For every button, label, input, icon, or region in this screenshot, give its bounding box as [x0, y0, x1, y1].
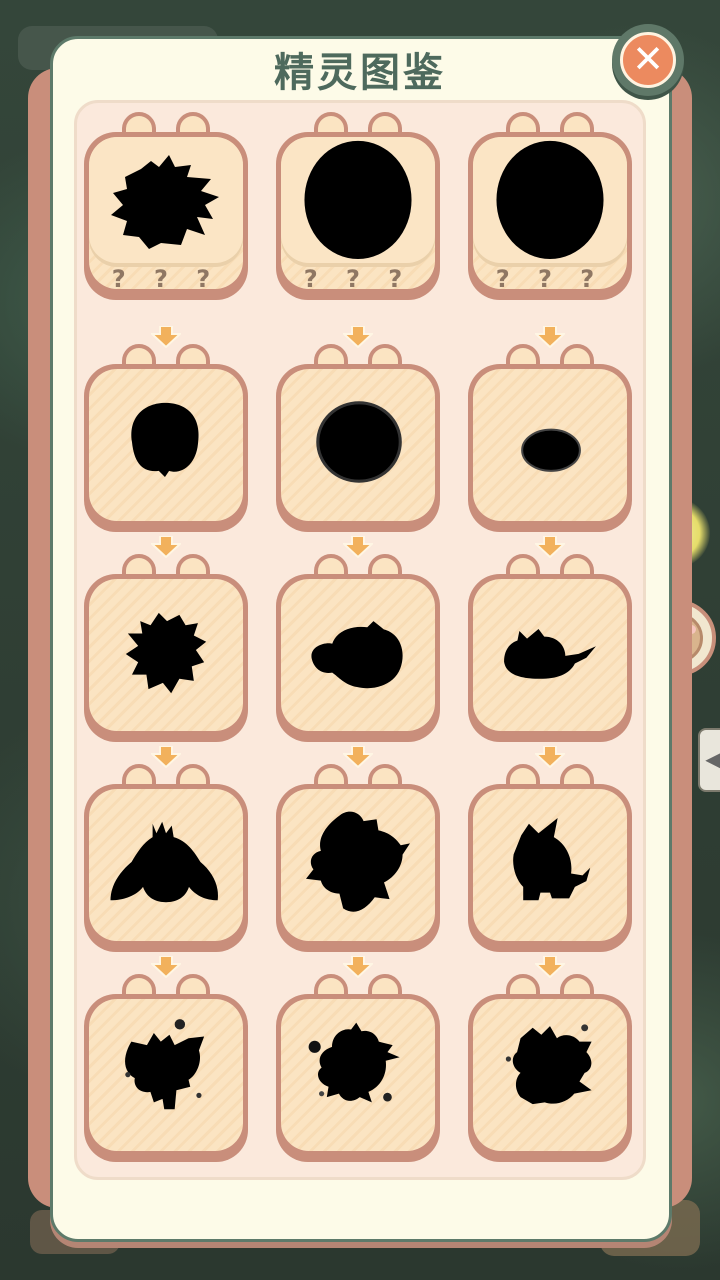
- card-body: [281, 789, 435, 941]
- card-frame: [84, 574, 248, 742]
- sprite-card[interactable]: [84, 326, 248, 534]
- arrow-down-icon: [151, 326, 181, 348]
- arrow-down-icon: [343, 536, 373, 558]
- chevron-left-icon: ◀: [705, 747, 720, 771]
- arrow-down-icon: [343, 956, 373, 978]
- sprite-card[interactable]: [84, 536, 248, 744]
- arrow-down-icon: [151, 746, 181, 768]
- sprite-card[interactable]: [84, 956, 248, 1164]
- card-frame: [468, 994, 632, 1162]
- card-frame: [468, 784, 632, 952]
- arrow-down-icon: [151, 536, 181, 558]
- card-body: [89, 579, 243, 731]
- sprite-card[interactable]: [276, 326, 440, 534]
- close-icon: ✕: [620, 32, 676, 88]
- card-body: [473, 579, 627, 731]
- sprite-card[interactable]: [468, 956, 632, 1164]
- card-frame: [468, 364, 632, 532]
- card-body: [281, 579, 435, 731]
- sprite-card[interactable]: [276, 536, 440, 744]
- arrow-down-icon: [535, 746, 565, 768]
- arrow-down-icon: [343, 746, 373, 768]
- card-frame: [468, 574, 632, 742]
- card-frame: [276, 574, 440, 742]
- card-frame: ? ? ?: [84, 132, 248, 300]
- card-label: ? ? ?: [495, 265, 605, 289]
- card-frame: [276, 364, 440, 532]
- card-body: [473, 999, 627, 1151]
- arrow-down-icon: [535, 956, 565, 978]
- close-button[interactable]: ✕: [612, 24, 684, 96]
- arrow-down-icon: [535, 326, 565, 348]
- sprite-card[interactable]: [276, 746, 440, 954]
- arrow-down-icon: [343, 326, 373, 348]
- card-body: [89, 369, 243, 521]
- card-frame: ? ? ?: [468, 132, 632, 300]
- panel-title: 精灵图鉴: [274, 50, 446, 96]
- arrow-down-icon: [535, 536, 565, 558]
- card-frame: [84, 364, 248, 532]
- card-body: ? ? ?: [89, 137, 243, 289]
- card-frame: [276, 994, 440, 1162]
- card-body: [281, 369, 435, 521]
- arrow-down-icon: [151, 956, 181, 978]
- card-frame: [84, 784, 248, 952]
- sprite-card[interactable]: ? ? ?: [468, 112, 632, 302]
- card-frame: [276, 784, 440, 952]
- sprite-card[interactable]: [276, 956, 440, 1164]
- card-body: [281, 999, 435, 1151]
- card-body: ? ? ?: [473, 137, 627, 289]
- card-body: [473, 789, 627, 941]
- sprite-card[interactable]: [468, 326, 632, 534]
- side-expand-button[interactable]: ◀: [698, 728, 720, 792]
- card-body: [473, 369, 627, 521]
- card-body: ? ? ?: [281, 137, 435, 289]
- sprite-card[interactable]: [468, 746, 632, 954]
- card-frame: ? ? ?: [276, 132, 440, 300]
- sprite-card[interactable]: [84, 746, 248, 954]
- sprite-card[interactable]: ? ? ?: [84, 112, 248, 302]
- sprite-card[interactable]: ? ? ?: [276, 112, 440, 302]
- card-label: ? ? ?: [111, 265, 221, 289]
- card-body: [89, 999, 243, 1151]
- card-frame: [84, 994, 248, 1162]
- sprite-card[interactable]: [468, 536, 632, 744]
- card-body: [89, 789, 243, 941]
- card-label: ? ? ?: [303, 265, 413, 289]
